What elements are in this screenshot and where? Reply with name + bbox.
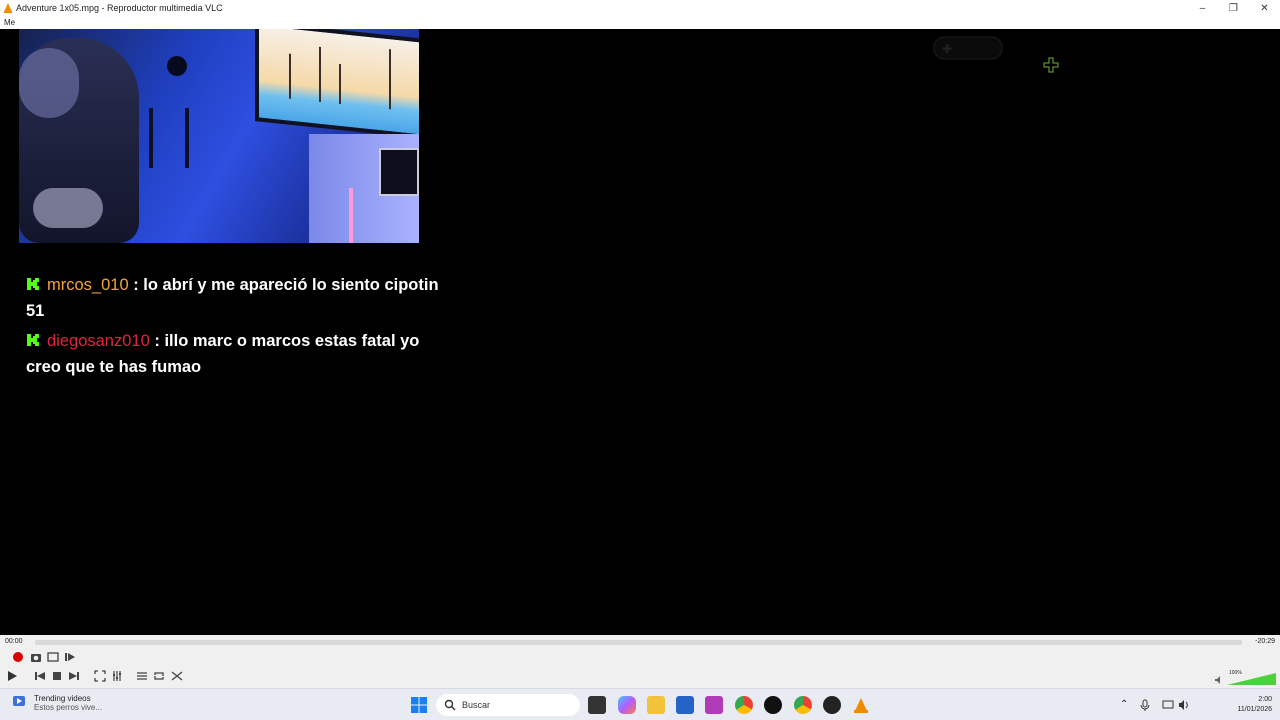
streamer-face [19,48,79,118]
kick-badge-icon [27,334,39,346]
play-icon [8,671,17,681]
record-icon [13,652,23,662]
search-placeholder: Buscar [462,700,491,710]
volume-slider[interactable] [1213,670,1277,686]
gamepad-icon: ✚ [933,36,1003,60]
loop-ab-button[interactable] [46,650,60,664]
tree-shape [389,49,391,110]
close-button[interactable]: ✕ [1249,0,1280,16]
badge-glyph [27,334,39,346]
speaker-shape [167,56,187,76]
copilot-icon[interactable] [618,696,636,714]
fullscreen-button[interactable] [93,669,107,683]
frame-step-button[interactable] [63,650,77,664]
camera-icon [31,654,41,662]
window-title: Adventure 1x05.mpg - Reproductor multime… [16,3,223,13]
widget-title: Trending videos [34,694,91,703]
clock-time: 2:00 [1258,696,1272,703]
record-button[interactable] [11,650,25,664]
minimize-button[interactable]: – [1187,0,1218,16]
vlc-cone-icon [4,3,12,13]
volume-icon[interactable] [1178,699,1190,711]
poster-box [379,148,419,196]
store-icon[interactable] [676,696,694,714]
clock[interactable]: 2:00 11/01/2026 [1237,695,1272,715]
app-icon[interactable] [823,696,841,714]
previous-icon [35,672,45,680]
tree-shape [289,53,291,99]
video-display[interactable]: ✚ mrcos_010 : lo abrí y me apareció lo s… [0,29,1280,635]
chrome-profile-icon[interactable] [794,696,812,714]
shuffle-icon [171,671,183,681]
microphone-icon[interactable] [1140,699,1150,711]
tiktok-icon[interactable] [764,696,782,714]
task-view-icon[interactable] [588,696,606,714]
loop-ab-icon [47,652,59,662]
volume-percent: 100% [1229,670,1242,676]
equalizer-icon [113,671,121,681]
snapshot-button[interactable] [29,650,43,664]
plus-icon [1043,57,1059,73]
webcam-overlay [19,29,419,243]
chat-username: mrcos_010 [47,276,129,294]
loop-button[interactable] [152,669,166,683]
search-icon [444,699,456,711]
chrome-icon[interactable] [735,696,753,714]
monitor-screen [255,29,419,139]
clock-date: 11/01/2026 [1237,706,1272,713]
vlc-taskbar-icon[interactable] [852,696,870,714]
restore-button[interactable]: ❐ [1218,0,1249,16]
loop-icon [154,672,164,680]
widget-subtitle: Estos perros vive... [34,703,103,712]
extended-settings-button[interactable] [110,669,124,683]
playlist-button[interactable] [135,669,149,683]
frame-step-icon [65,653,75,661]
elapsed-time: 00:00 [5,638,23,645]
menu-item-media[interactable]: Me [4,18,15,27]
stop-button[interactable] [50,669,64,683]
start-button[interactable] [410,696,428,714]
kick-badge-icon [27,278,39,290]
tree-shape [339,63,341,105]
taskbar: Trending videos Estos perros vive... Bus… [0,688,1280,720]
chair-shape [149,108,189,168]
network-icon[interactable] [1162,699,1174,711]
taskbar-search[interactable]: Buscar [436,694,580,716]
stop-icon [53,672,61,680]
seek-bar[interactable] [35,640,1242,645]
title-bar: Adventure 1x05.mpg - Reproductor multime… [0,0,1280,16]
photos-icon[interactable] [705,696,723,714]
chat-message: mrcos_010 : lo abrí y me apareció lo sie… [26,272,456,324]
play-button[interactable] [5,669,19,683]
remaining-time: -20:29 [1255,638,1275,645]
badge-glyph [27,278,39,290]
chat-message: diegosanz010 : illo marc o marcos estas … [26,328,456,380]
light-strip [349,188,353,243]
chat-overlay: mrcos_010 : lo abrí y me apareció lo sie… [26,272,456,384]
widgets-button[interactable]: Trending videos Estos perros vive... [12,694,102,712]
playlist-icon [137,672,147,680]
menu-bar: Me [0,16,1280,29]
shuffle-button[interactable] [170,669,184,683]
file-explorer-icon[interactable] [647,696,665,714]
next-icon [69,672,79,680]
chat-username: diegosanz010 [47,332,150,350]
player-controls: 00:00 -20:29 100% [0,635,1280,688]
fullscreen-icon [94,670,106,682]
speaker-icon [1215,676,1220,684]
next-button[interactable] [67,669,81,683]
video-widget-icon [13,696,25,706]
svg-text:✚: ✚ [942,42,952,56]
streamer-hand [33,188,103,228]
system-tray: ⌃ 2:00 11/01/2026 [1120,693,1280,717]
chevron-up-icon[interactable]: ⌃ [1120,699,1128,710]
tree-shape [319,46,321,103]
previous-button[interactable] [33,669,47,683]
